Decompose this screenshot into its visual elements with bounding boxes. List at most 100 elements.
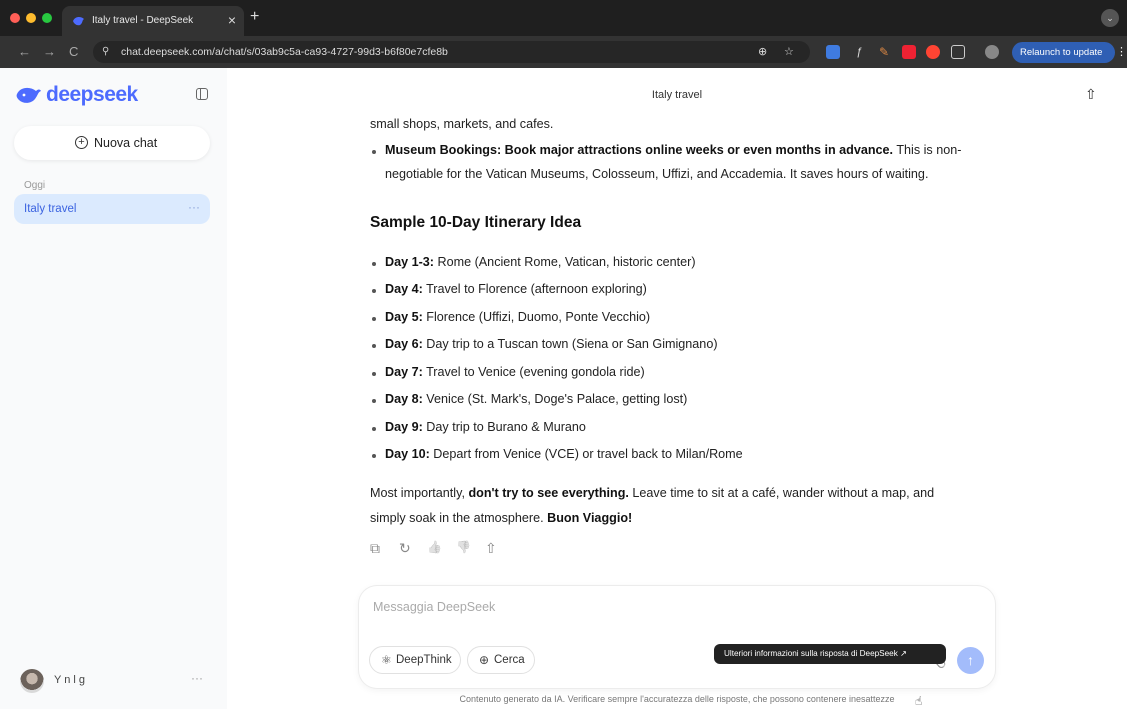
- record-extension-icon[interactable]: [902, 45, 916, 59]
- bullet: [372, 289, 376, 293]
- share-message-icon[interactable]: ⇧: [485, 540, 497, 557]
- tab-title: Italy travel - DeepSeek: [92, 15, 194, 26]
- list-item: Day 4: Travel to Florence (afternoon exp…: [385, 282, 647, 296]
- omnibox[interactable]: ⚲ chat.deepseek.com/a/chat/s/03ab9c5a-ca…: [93, 41, 810, 63]
- list-item: Day 7: Travel to Venice (evening gondola…: [385, 365, 645, 379]
- thumbs-up-icon[interactable]: 👍: [427, 540, 442, 554]
- copy-icon[interactable]: ⧉: [370, 540, 380, 557]
- itinerary-heading: Sample 10-Day Itinerary Idea: [370, 214, 582, 231]
- user-more-icon[interactable]: ···: [191, 671, 203, 685]
- formula-extension-icon[interactable]: ƒ: [852, 45, 866, 59]
- deepthink-toggle[interactable]: ⚛ DeepThink: [369, 646, 461, 674]
- day-text: Travel to Venice (evening gondola ride): [422, 365, 645, 379]
- back-icon[interactable]: ←: [18, 44, 31, 60]
- chat-item-label: Italy travel: [24, 203, 77, 215]
- browser-tab-active[interactable]: Italy travel - DeepSeek ×: [62, 6, 244, 36]
- minimize-window-button[interactable]: [26, 13, 36, 23]
- conversation-title: Italy travel: [651, 89, 703, 101]
- profile-avatar-icon[interactable]: [985, 45, 999, 59]
- day-label: Day 1-3:: [385, 255, 434, 269]
- day-label: Day 10:: [385, 447, 430, 461]
- deepseek-favicon-icon: [73, 16, 84, 26]
- list-item: Day 10: Depart from Venice (VCE) or trav…: [385, 447, 743, 461]
- museum-bookings-line2: negotiable for the Vatican Museums, Colo…: [385, 167, 929, 181]
- browser-menu-icon[interactable]: ⋮: [1116, 45, 1127, 58]
- history-section-label: Oggi: [24, 180, 46, 191]
- museum-bookings-line1: Museum Bookings: Book major attractions …: [385, 143, 961, 157]
- sidebar-item-italy-travel[interactable]: Italy travel ···: [14, 194, 210, 224]
- user-name: Y n l g: [54, 674, 85, 686]
- museum-bookings-bold: Museum Bookings: Book major attractions …: [385, 143, 894, 157]
- share-icon[interactable]: ⇧: [1085, 86, 1097, 103]
- zoom-window-button[interactable]: [42, 13, 52, 23]
- send-button[interactable]: ↑: [957, 647, 984, 674]
- address-bar: ← → C ⚲ chat.deepseek.com/a/chat/s/03ab9…: [0, 36, 1127, 68]
- closing-bold: Buon Viaggio!: [547, 511, 633, 525]
- bullet: [372, 262, 376, 266]
- chat-item-more-icon[interactable]: ···: [188, 200, 200, 214]
- chat-main: Italy travel ⇧ small shops, markets, and…: [227, 68, 1127, 709]
- bullet: [372, 427, 376, 431]
- day-text: Florence (Uffizi, Duomo, Ponte Vecchio): [422, 310, 651, 324]
- closing-bold: don't try to see everything.: [468, 486, 629, 500]
- deepthink-icon: ⚛: [381, 653, 392, 667]
- day-text: Travel to Florence (afternoon exploring): [422, 282, 647, 296]
- globe-icon: ⊕: [479, 653, 490, 667]
- zoom-icon[interactable]: ⊕: [758, 45, 767, 58]
- closing-text: Leave time to sit at a café, wander with…: [628, 486, 935, 500]
- closing-line2: simply soak in the atmosphere. Buon Viag…: [370, 511, 632, 525]
- day-label: Day 5:: [385, 310, 423, 324]
- sidebar-collapse-icon[interactable]: [196, 88, 208, 100]
- close-window-button[interactable]: [10, 13, 20, 23]
- bullet: [372, 317, 376, 321]
- day-text: Depart from Venice (VCE) or travel back …: [429, 447, 743, 461]
- museum-bookings-rest: This is non-: [893, 143, 962, 157]
- bullet: [372, 150, 376, 154]
- day-text: Day trip to Burano & Murano: [422, 420, 586, 434]
- regenerate-icon[interactable]: ↻: [399, 540, 411, 557]
- relaunch-to-update-button[interactable]: Relaunch to update: [1012, 42, 1115, 63]
- deepthink-label: DeepThink: [396, 654, 452, 666]
- day-text: Day trip to a Tuscan town (Siena or San …: [422, 337, 718, 351]
- closing-text: simply soak in the atmosphere.: [370, 511, 548, 525]
- tab-close-icon[interactable]: ×: [228, 11, 236, 29]
- plus-circle-icon: +: [75, 136, 88, 149]
- list-item: Day 5: Florence (Uffizi, Duomo, Ponte Ve…: [385, 310, 650, 324]
- bullet: [372, 454, 376, 458]
- url-text[interactable]: chat.deepseek.com/a/chat/s/03ab9c5a-ca93…: [121, 46, 448, 58]
- avatar: [20, 669, 44, 693]
- reload-icon[interactable]: C: [69, 44, 78, 60]
- translate-extension-icon[interactable]: [826, 45, 840, 59]
- new-chat-button[interactable]: + Nuova chat: [14, 126, 210, 160]
- sidebar: deepseek + Nuova chat Oggi Italy travel …: [0, 68, 227, 709]
- new-tab-button[interactable]: +: [250, 8, 259, 26]
- message-composer: ⚛ DeepThink ⊕ Cerca 📎 ↑: [359, 586, 995, 688]
- search-toggle[interactable]: ⊕ Cerca: [467, 646, 535, 674]
- pen-extension-icon[interactable]: ✎: [877, 45, 891, 59]
- browser-tab-bar: Italy travel - DeepSeek × + ⌄: [0, 0, 1127, 36]
- tooltip: Ulteriori informazioni sulla risposta di…: [714, 644, 946, 664]
- bullet: [372, 399, 376, 403]
- list-item: Day 6: Day trip to a Tuscan town (Siena …: [385, 337, 718, 351]
- day-text: Venice (St. Mark's, Doge's Palace, getti…: [422, 392, 688, 406]
- list-item: Day 1-3: Rome (Ancient Rome, Vatican, hi…: [385, 255, 696, 269]
- list-item: Day 8: Venice (St. Mark's, Doge's Palace…: [385, 392, 687, 406]
- list-item: Day 9: Day trip to Burano & Murano: [385, 420, 586, 434]
- logo-text: deepseek: [46, 83, 138, 106]
- forward-icon[interactable]: →: [43, 44, 56, 60]
- thumbs-down-icon[interactable]: 👎: [456, 540, 471, 554]
- search-label: Cerca: [494, 654, 525, 666]
- site-info-icon[interactable]: ⚲: [102, 46, 109, 57]
- day-label: Day 7:: [385, 365, 423, 379]
- hand-cursor-icon: ☝: [915, 694, 923, 708]
- extensions-puzzle-icon[interactable]: [951, 45, 965, 59]
- ai-disclaimer: Contenuto generato da IA. Verificare sem…: [459, 694, 895, 704]
- bookmark-star-icon[interactable]: ☆: [784, 45, 794, 58]
- day-label: Day 9:: [385, 420, 423, 434]
- message-input[interactable]: [373, 596, 933, 618]
- day-label: Day 8:: [385, 392, 423, 406]
- day-label: Day 6:: [385, 337, 423, 351]
- tab-search-icon[interactable]: ⌄: [1101, 9, 1119, 27]
- new-chat-label: Nuova chat: [94, 136, 158, 150]
- adblock-extension-icon[interactable]: [926, 45, 940, 59]
